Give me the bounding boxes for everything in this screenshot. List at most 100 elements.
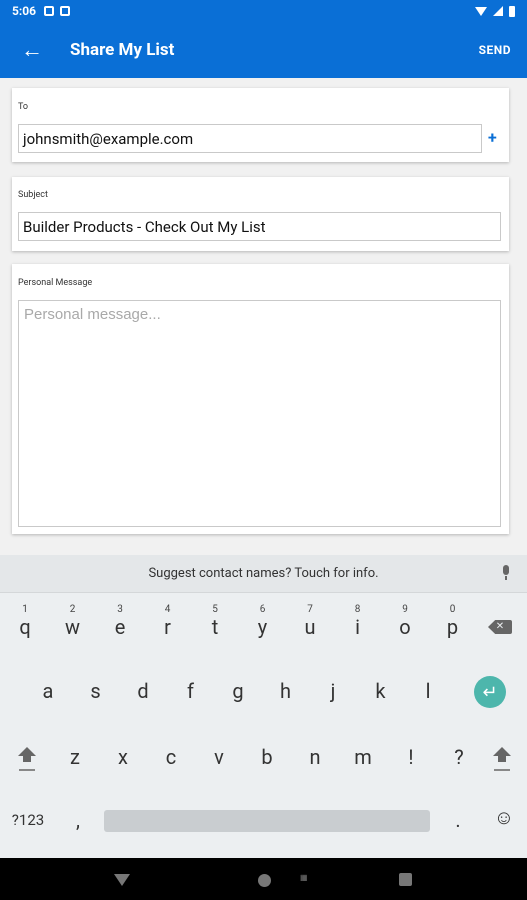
key-label: k — [375, 679, 386, 703]
suggest-contacts-bar[interactable]: Suggest contact names? Touch for info. — [0, 555, 527, 593]
nav-home-icon[interactable] — [258, 874, 271, 887]
key-label: g — [232, 679, 244, 703]
key-label: ? — [454, 745, 464, 769]
to-card: To johnsmith@example.com + — [12, 88, 509, 162]
symbols-key[interactable]: ?123 — [8, 811, 48, 829]
key-b[interactable]: b — [256, 745, 278, 769]
key-hint: 2 — [69, 604, 76, 615]
status-bar: 5:06 — [0, 0, 527, 22]
key-q[interactable]: q1 — [14, 604, 36, 639]
app-bar: ← Share My List SEND — [0, 22, 527, 78]
enter-icon: ↵ — [482, 681, 498, 703]
key-e[interactable]: e3 — [109, 604, 131, 639]
key-label: j — [330, 679, 336, 703]
key-d[interactable]: d — [132, 679, 154, 703]
key-n[interactable]: n — [304, 745, 326, 769]
to-label: To — [18, 102, 29, 112]
nav-back-icon[interactable] — [114, 874, 130, 886]
key-label: i — [355, 615, 360, 639]
key-z[interactable]: z — [64, 745, 86, 769]
key-c[interactable]: c — [160, 745, 182, 769]
suggest-text: Suggest contact names? Touch for info. — [148, 566, 379, 581]
send-button[interactable]: SEND — [479, 43, 511, 57]
key-label: w — [64, 615, 81, 639]
key-o[interactable]: o9 — [394, 604, 416, 639]
to-field[interactable]: johnsmith@example.com — [18, 124, 482, 153]
key-k[interactable]: k — [370, 679, 392, 703]
enter-key[interactable]: ↵ — [474, 676, 506, 708]
message-field[interactable] — [18, 300, 501, 527]
emoji-key[interactable]: ☺ — [492, 805, 516, 830]
nav-recents-icon[interactable] — [399, 873, 412, 886]
shift-key-right[interactable] — [490, 743, 514, 773]
key-hint: 0 — [449, 604, 456, 615]
key-x[interactable]: x — [112, 745, 134, 769]
key-label: n — [309, 745, 321, 769]
key-w[interactable]: w2 — [62, 604, 84, 639]
key-label: o — [399, 615, 411, 639]
key-label: e — [114, 615, 126, 639]
battery-icon — [509, 5, 515, 17]
key-label: m — [354, 745, 372, 769]
key-u[interactable]: u7 — [299, 604, 321, 639]
key-hint: 8 — [354, 604, 361, 615]
key-label: h — [279, 679, 291, 703]
key-label: y — [257, 615, 268, 639]
subject-card: Subject Builder Products - Check Out My … — [12, 177, 509, 251]
key-hint: 3 — [117, 604, 123, 615]
keyboard: ✕ ↵ ?123 , . ☺ q1w2e3r4t5y6u7i8o9p0asdfg… — [0, 593, 527, 858]
navigation-bar: ▦ — [0, 858, 527, 900]
key-r[interactable]: r4 — [157, 604, 179, 639]
key-hint: 1 — [22, 604, 28, 615]
key-label: x — [118, 745, 128, 769]
key-i[interactable]: i8 — [347, 604, 369, 639]
key-label: ! — [408, 745, 414, 769]
key-h[interactable]: h — [275, 679, 297, 703]
key-label: u — [304, 615, 316, 639]
notification-icon — [44, 6, 55, 16]
key-hint: 7 — [307, 604, 313, 615]
key-t[interactable]: t5 — [204, 604, 226, 639]
page-title: Share My List — [70, 40, 175, 60]
sd-card-icon — [60, 6, 71, 16]
key-label: f — [187, 679, 194, 703]
key-label: b — [261, 745, 273, 769]
key-label: r — [164, 615, 171, 639]
key-m[interactable]: m — [352, 745, 374, 769]
key-hint: 9 — [402, 604, 408, 615]
microphone-icon[interactable] — [501, 565, 511, 583]
key-label: z — [70, 745, 80, 769]
key-a[interactable]: a — [37, 679, 59, 703]
key-![interactable]: ! — [400, 745, 422, 769]
key-l[interactable]: l — [417, 679, 439, 703]
key-s[interactable]: s — [85, 679, 107, 703]
key-label: l — [425, 679, 431, 703]
back-button[interactable]: ← — [0, 22, 64, 78]
arrow-left-icon: ← — [21, 38, 43, 63]
key-?[interactable]: ? — [448, 745, 470, 769]
subject-label: Subject — [18, 190, 48, 200]
key-y[interactable]: y6 — [252, 604, 274, 639]
subject-field[interactable]: Builder Products - Check Out My List — [18, 212, 501, 241]
comma-key[interactable]: , — [68, 808, 88, 832]
key-f[interactable]: f — [180, 679, 202, 703]
message-label: Personal Message — [18, 278, 93, 288]
signal-icon — [493, 6, 503, 16]
key-label: d — [137, 679, 149, 703]
status-time: 5:06 — [12, 4, 37, 18]
key-p[interactable]: p0 — [442, 604, 464, 639]
message-card: Personal Message — [12, 264, 509, 534]
key-g[interactable]: g — [227, 679, 249, 703]
key-label: v — [214, 745, 224, 769]
key-j[interactable]: j — [322, 679, 344, 703]
add-recipient-button[interactable]: + — [488, 128, 497, 147]
backspace-icon[interactable]: ✕ — [488, 620, 512, 634]
key-hint: 5 — [212, 604, 218, 615]
key-v[interactable]: v — [208, 745, 230, 769]
key-hint: 6 — [259, 604, 266, 615]
keyboard-switch-icon[interactable]: ▦ — [300, 873, 308, 882]
space-key[interactable] — [104, 810, 430, 832]
period-key[interactable]: . — [448, 808, 468, 832]
shift-key-left[interactable] — [15, 743, 39, 773]
key-label: a — [42, 679, 54, 703]
